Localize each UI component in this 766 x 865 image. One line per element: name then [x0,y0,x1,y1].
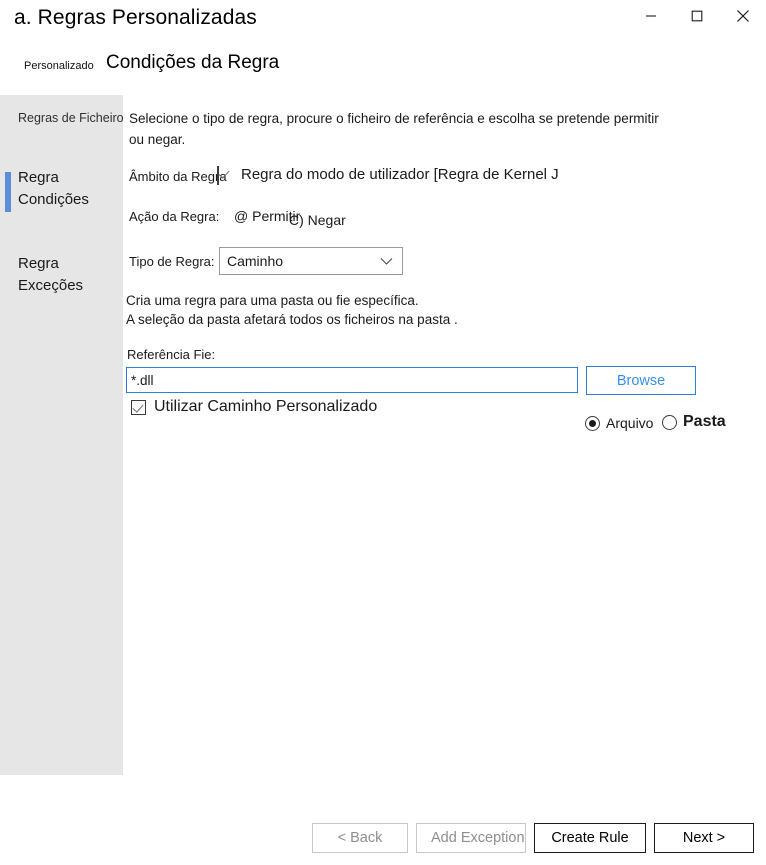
rule-type-label: Tipo de Regra: [129,254,215,269]
next-button[interactable]: Next > [654,823,754,853]
rule-type-value: Caminho [227,253,284,269]
reference-file-label: Referência Fie: [127,347,216,362]
close-icon [736,9,750,23]
target-folder-radio[interactable]: Pasta [662,413,726,431]
minimize-button[interactable] [628,0,674,32]
rule-scope-text: Regra do modo de utilizador [Regra de Ke… [241,166,559,183]
intro-text: Selecione o tipo de regra, procure o fic… [129,111,659,147]
window-controls [628,0,766,44]
window-title: a. Regras Personalizadas [14,6,257,29]
sub-header: Personalizado Condições da Regra [0,52,766,92]
target-file-label: Arquivo [606,415,654,431]
close-button[interactable] [720,0,766,32]
maximize-button[interactable] [674,0,720,32]
sidebar: Regras de Ficheiro Regra Condições Regra… [0,95,124,775]
browse-button[interactable]: Browse [586,366,696,395]
create-rule-button[interactable]: Create Rule [534,823,646,853]
radio-unselected-icon [662,414,677,430]
rule-action-label: Ação da Regra: [129,209,220,224]
target-file-radio[interactable]: Arquivo [585,415,653,431]
rule-action-deny-radio[interactable]: C) Negar [289,212,346,228]
rule-scope-row: Âmbito da Regra Regra do modo de utiliza… [129,166,559,189]
custom-path-row[interactable]: Utilizar Caminho Personalizado [131,398,377,416]
custom-path-label: Utilizar Caminho Personalizado [154,398,378,415]
back-button[interactable]: < Back [312,823,408,853]
main-content: Selecione o tipo de regra, procure o fic… [123,95,766,785]
rule-type-description: Cria uma regra para uma pasta ou fie esp… [126,293,458,328]
radio-selected-icon [585,415,600,431]
target-folder-label: Pasta [683,413,726,430]
maximize-icon [691,10,703,22]
rule-scope-checkbox[interactable] [217,166,219,185]
breadcrumb: Personalizado [24,60,94,72]
sidebar-item-regra-excecoes[interactable]: Regra Exceções [0,253,100,297]
footer-actions: < Back Add Exception Create Rule Next > [0,823,766,853]
chevron-down-icon [380,257,402,266]
minimize-icon [645,10,657,22]
sidebar-item-regra-condicoes[interactable]: Regra Condições [0,167,100,211]
rule-scope-label: Âmbito da Regra [129,169,227,184]
title-bar: a. Regras Personalizadas [0,0,766,44]
custom-path-checkbox[interactable] [131,399,146,415]
page-title: Condições da Regra [106,52,280,73]
rule-type-dropdown[interactable]: Caminho [219,247,403,275]
add-exception-button[interactable]: Add Exception [416,823,526,853]
app-window: a. Regras Personalizadas Personalizado C… [0,0,766,865]
reference-file-input[interactable] [126,367,578,393]
